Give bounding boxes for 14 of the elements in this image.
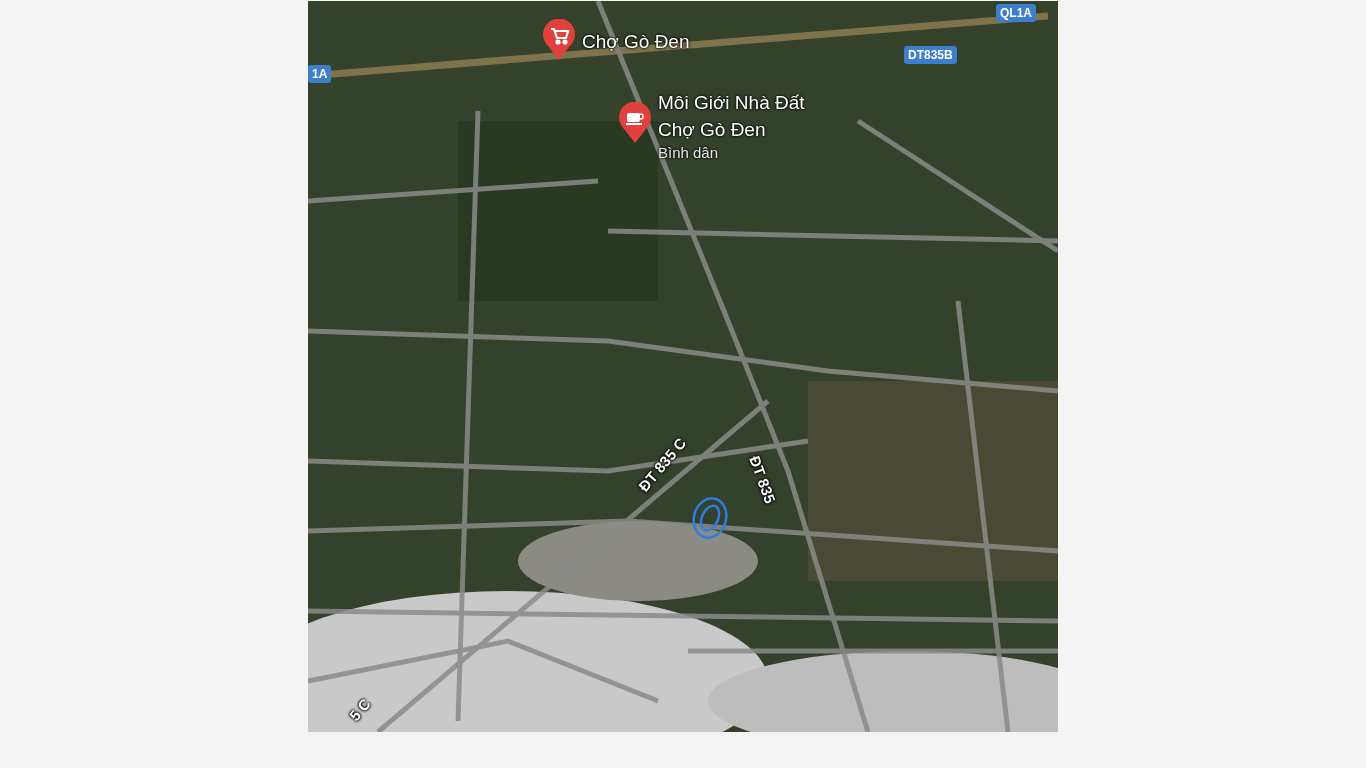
- place-category: Bình dân: [658, 143, 720, 163]
- road-shield: QL1A: [996, 4, 1036, 22]
- cup-pin-icon[interactable]: [618, 102, 652, 144]
- cart-pin-icon[interactable]: [542, 19, 576, 61]
- place-name[interactable]: Chợ Gò Đen: [658, 116, 805, 143]
- satellite-map[interactable]: Chợ Gò Đen Môi Giới Nhà Đất Chợ Gò Đen Bình dân QL1A DT835B 1A ĐT 835 C ĐT 835 5 C: [308, 1, 1058, 732]
- road-shield: 1A: [308, 65, 332, 83]
- road-label: ĐT 835: [746, 453, 779, 506]
- road-label: 5 C: [345, 695, 374, 724]
- place-name[interactable]: Môi Giới Nhà Đất: [658, 89, 805, 116]
- scribble-mark: [689, 495, 731, 541]
- road-shield: DT835B: [904, 46, 957, 64]
- place-name[interactable]: Chợ Gò Đen: [582, 28, 690, 55]
- road-label: ĐT 835 C: [634, 434, 690, 495]
